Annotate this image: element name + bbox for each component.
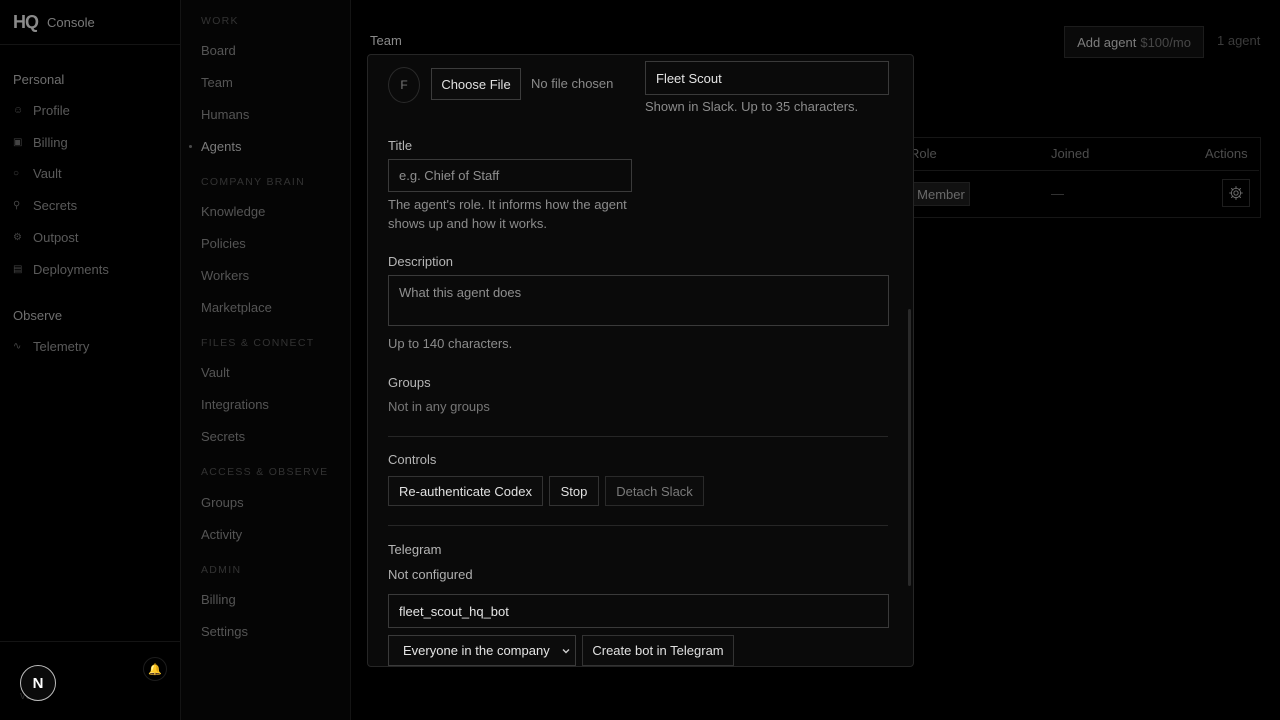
- add-agent-button[interactable]: Add agent $100/mo: [1064, 26, 1204, 58]
- agent-name-value: Fleet Scout: [656, 70, 722, 86]
- row-settings-button[interactable]: [1222, 179, 1250, 207]
- add-agent-label: Add agent: [1077, 34, 1137, 50]
- audience-selected: Everyone in the company: [403, 643, 550, 658]
- nav-item-policies[interactable]: Policies: [201, 236, 246, 251]
- agent-name-help: Shown in Slack. Up to 35 characters.: [645, 99, 859, 114]
- telegram-status: Not configured: [388, 567, 473, 582]
- title-input[interactable]: e.g. Chief of Staff: [388, 159, 632, 192]
- chat-icon: ○: [13, 168, 20, 179]
- nav-item-board[interactable]: Board: [201, 43, 236, 58]
- agent-count: 1 agent: [1217, 33, 1261, 48]
- app-name: Console: [47, 15, 95, 30]
- nav-item-marketplace[interactable]: Marketplace: [201, 300, 272, 315]
- nav-item-humans[interactable]: Humans: [201, 107, 249, 122]
- description-help: Up to 140 characters.: [388, 336, 513, 351]
- detach-slack-button[interactable]: Detach Slack: [605, 476, 704, 506]
- description-placeholder: What this agent does: [399, 285, 522, 300]
- sidebar-item-outpost[interactable]: Outpost: [33, 230, 79, 245]
- nav-item-agents[interactable]: Agents: [201, 139, 241, 154]
- app-logo: HQ: [13, 12, 39, 32]
- nav-item-activity[interactable]: Activity: [201, 527, 242, 542]
- groups-value: Not in any groups: [388, 399, 490, 414]
- sidebar-heading-observe: Observe: [13, 308, 63, 323]
- sidebar: HQ Console Personal ☺ Profile ▣ Billing …: [0, 0, 181, 720]
- key-icon: ⚲: [13, 200, 21, 211]
- nav-heading-files-connect: FILES & CONNECT: [201, 337, 315, 349]
- description-label: Description: [388, 254, 454, 269]
- nav-item-team[interactable]: Team: [201, 75, 233, 90]
- choose-file-button[interactable]: Choose File: [431, 68, 521, 100]
- sidebar-item-profile[interactable]: Profile: [33, 103, 70, 118]
- divider: [388, 436, 888, 437]
- sidebar-item-billing[interactable]: Billing: [33, 135, 68, 150]
- add-agent-price: $100/mo: [1140, 34, 1191, 50]
- gear-icon: ⚙: [13, 232, 22, 243]
- agent-name-input[interactable]: Fleet Scout: [645, 61, 889, 95]
- nav-heading-admin: ADMIN: [201, 564, 242, 576]
- section-nav: WORK Board Team Humans Agents COMPANY BR…: [181, 0, 351, 720]
- create-telegram-bot-button[interactable]: Create bot in Telegram: [582, 635, 734, 666]
- joined-value: —: [1051, 186, 1064, 201]
- sidebar-heading-personal: Personal: [13, 72, 65, 87]
- person-icon: ☺: [13, 105, 24, 116]
- column-header-role: Role: [910, 146, 937, 161]
- sidebar-item-deployments[interactable]: Deployments: [33, 262, 109, 277]
- stack-icon: ▤: [13, 264, 23, 275]
- title-placeholder: e.g. Chief of Staff: [399, 168, 500, 183]
- nav-item-knowledge[interactable]: Knowledge: [201, 204, 265, 219]
- modal-scrollbar[interactable]: [908, 309, 911, 586]
- reauthenticate-codex-button[interactable]: Re-authenticate Codex: [388, 476, 543, 506]
- controls-label: Controls: [388, 452, 437, 467]
- user-avatar[interactable]: N: [20, 665, 56, 701]
- groups-label: Groups: [388, 375, 431, 390]
- bell-icon[interactable]: 🔔: [143, 657, 167, 681]
- title-label: Title: [388, 138, 413, 153]
- page-title: Team: [370, 33, 402, 48]
- telegram-bot-input[interactable]: fleet_scout_hq_bot: [388, 594, 889, 628]
- table-row-divider: [900, 170, 1259, 171]
- nav-item-secrets[interactable]: Secrets: [201, 429, 245, 444]
- sidebar-item-telemetry[interactable]: Telemetry: [33, 339, 89, 354]
- file-status: No file chosen: [531, 76, 614, 91]
- telegram-label: Telegram: [388, 542, 442, 557]
- nav-item-workers[interactable]: Workers: [201, 268, 249, 283]
- title-help: The agent's role. It informs how the age…: [388, 197, 627, 231]
- divider: [0, 44, 180, 45]
- nav-heading-company-brain: COMPANY BRAIN: [201, 176, 306, 188]
- agent-avatar[interactable]: F: [388, 67, 420, 103]
- divider: [388, 525, 888, 526]
- divider: [0, 641, 180, 642]
- stop-button[interactable]: Stop: [549, 476, 599, 506]
- card-icon: ▣: [13, 137, 23, 148]
- role-badge: Member: [912, 182, 970, 206]
- nav-item-settings[interactable]: Settings: [201, 624, 248, 639]
- edit-agent-modal: F Choose File No file chosen Fleet Scout…: [367, 54, 914, 667]
- audience-select[interactable]: Everyone in the company: [388, 635, 576, 666]
- description-textarea[interactable]: What this agent does: [388, 275, 889, 326]
- nav-item-vault[interactable]: Vault: [201, 365, 230, 380]
- active-indicator: [189, 145, 192, 148]
- nav-heading-access-observe: ACCESS & OBSERVE: [201, 466, 329, 478]
- nav-item-integrations[interactable]: Integrations: [201, 397, 269, 412]
- nav-item-groups[interactable]: Groups: [201, 495, 244, 510]
- column-header-actions: Actions: [1205, 146, 1248, 161]
- gear-icon: [1229, 186, 1243, 200]
- telegram-bot-value: fleet_scout_hq_bot: [399, 603, 509, 619]
- nav-item-billing[interactable]: Billing: [201, 592, 236, 607]
- chevron-down-icon: [562, 649, 570, 654]
- column-header-joined: Joined: [1051, 146, 1090, 161]
- nav-heading-work: WORK: [201, 15, 239, 27]
- pulse-icon: ∿: [13, 341, 22, 352]
- sidebar-item-vault[interactable]: Vault: [33, 166, 62, 181]
- sidebar-item-secrets[interactable]: Secrets: [33, 198, 77, 213]
